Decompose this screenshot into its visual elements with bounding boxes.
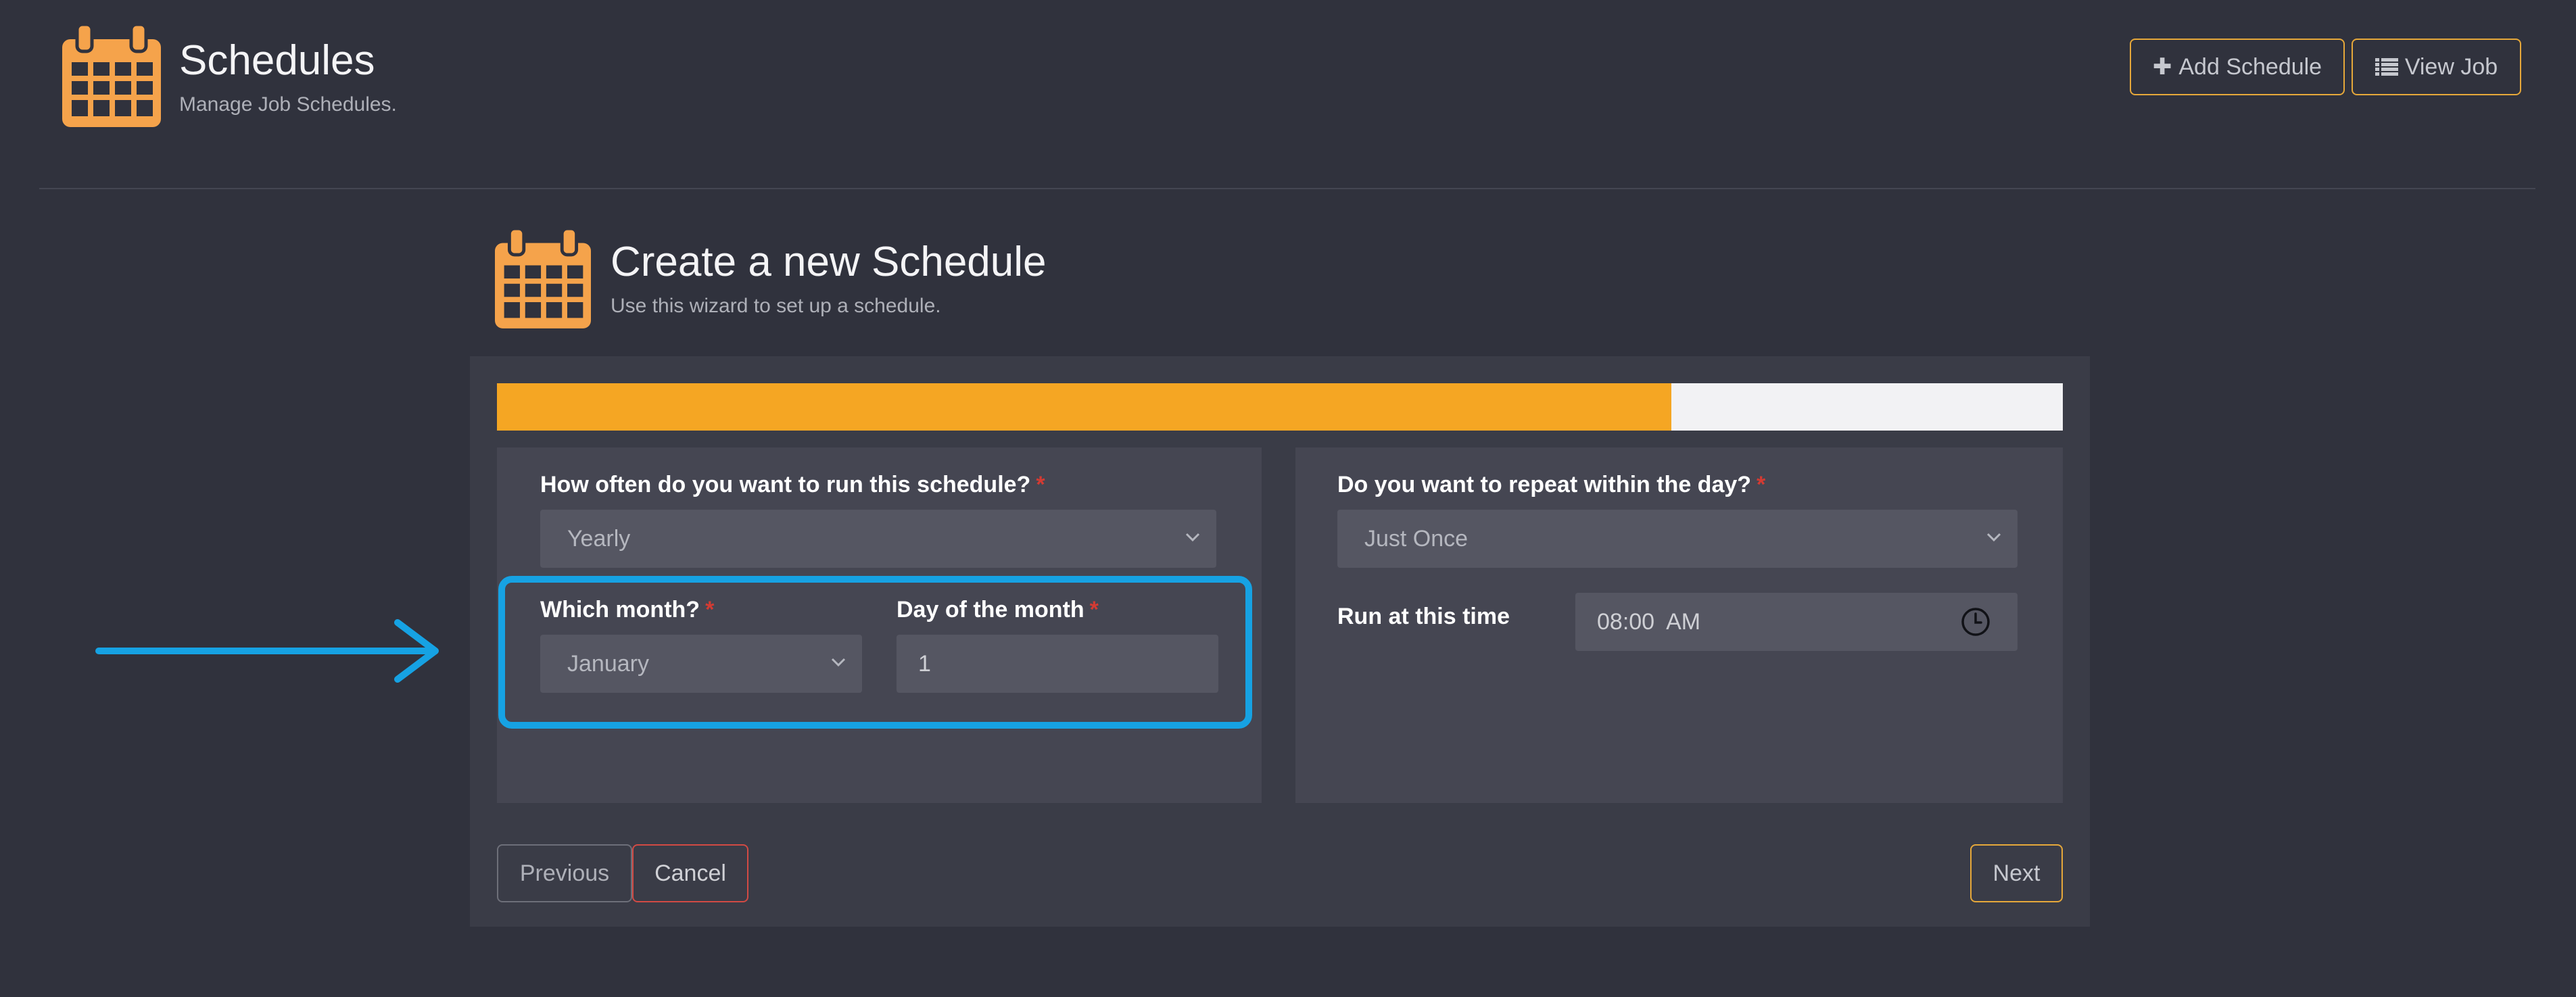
run-time-label: Run at this time xyxy=(1337,604,1510,629)
month-label: Which month? * xyxy=(540,595,714,624)
clock-icon[interactable] xyxy=(1959,606,1992,638)
required-mark: * xyxy=(1089,597,1099,623)
previous-button[interactable]: Previous xyxy=(497,844,632,902)
plus-icon: ✚ xyxy=(2152,54,2172,80)
schedule-wizard: How often do you want to run this schedu… xyxy=(470,356,2090,927)
wizard-title: Create a new Schedule xyxy=(611,239,1047,285)
repeat-label-text: Do you want to repeat within the day? xyxy=(1337,472,1752,497)
day-of-month-label: Day of the month * xyxy=(897,595,1099,624)
frequency-panel: How often do you want to run this schedu… xyxy=(497,447,1262,803)
month-select[interactable]: January xyxy=(540,635,862,693)
add-schedule-label: Add Schedule xyxy=(2178,53,2322,80)
view-job-button[interactable]: View Job xyxy=(2352,39,2521,95)
wizard-subtitle: Use this wizard to set up a schedule. xyxy=(611,295,941,317)
list-icon xyxy=(2375,58,2398,76)
chevron-down-icon xyxy=(831,658,846,667)
calendar-icon xyxy=(495,228,591,329)
page-header: Schedules Manage Job Schedules. ✚ Add Sc… xyxy=(0,0,2576,188)
frequency-select-value: Yearly xyxy=(567,525,631,552)
page-subtitle: Manage Job Schedules. xyxy=(179,93,397,116)
day-of-month-label-text: Day of the month xyxy=(897,597,1084,623)
frequency-select[interactable]: Yearly xyxy=(540,510,1216,568)
required-mark: * xyxy=(705,597,715,623)
page-title: Schedules xyxy=(179,37,375,84)
next-button[interactable]: Next xyxy=(1970,844,2063,902)
header-actions: ✚ Add Schedule View Job xyxy=(2130,39,2521,95)
chevron-down-icon xyxy=(1185,533,1200,542)
repeat-select-value: Just Once xyxy=(1364,525,1469,552)
required-mark: * xyxy=(1757,472,1766,497)
calendar-icon xyxy=(62,24,161,127)
frequency-label: How often do you want to run this schedu… xyxy=(540,470,1045,499)
header-divider xyxy=(39,188,2535,189)
run-time-input[interactable]: 08:00 AM xyxy=(1575,593,2018,651)
wizard-progress-fill xyxy=(497,383,1671,431)
frequency-label-text: How often do you want to run this schedu… xyxy=(540,472,1031,497)
repeat-panel: Do you want to repeat within the day? * J… xyxy=(1295,447,2063,803)
chevron-down-icon xyxy=(1986,533,2001,542)
repeat-select[interactable]: Just Once xyxy=(1337,510,2018,568)
wizard-progress-bar xyxy=(497,383,2063,431)
run-time-value: 08:00 AM xyxy=(1597,608,1701,635)
view-job-label: View Job xyxy=(2404,53,2498,80)
annotation-arrow-icon xyxy=(95,619,439,683)
day-of-month-input[interactable]: 1 xyxy=(897,635,1218,693)
month-select-value: January xyxy=(567,650,649,677)
month-label-text: Which month? xyxy=(540,597,700,623)
cancel-button[interactable]: Cancel xyxy=(632,844,748,902)
add-schedule-button[interactable]: ✚ Add Schedule xyxy=(2130,39,2345,95)
required-mark: * xyxy=(1036,472,1045,497)
repeat-label: Do you want to repeat within the day? * xyxy=(1337,470,1765,499)
